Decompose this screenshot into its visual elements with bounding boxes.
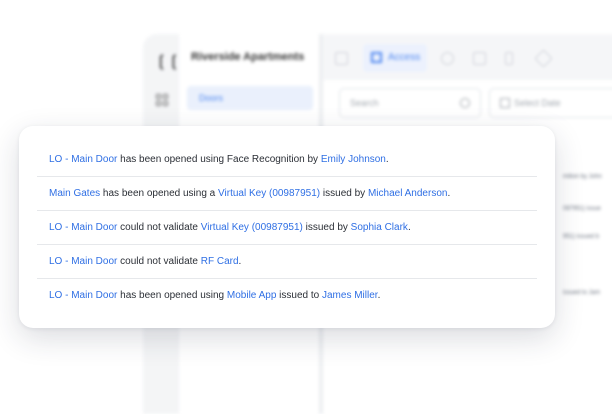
bg-log-fragment: issued to Jam [563,290,601,296]
log-entry: Main Gates has been opened using a Virtu… [37,177,537,211]
bg-log-fragment: 087951) issue [563,206,601,212]
log-entry: LO - Main Door has been opened using Fac… [37,143,537,177]
log-entry-link[interactable]: Emily Johnson [321,154,386,165]
log-entry-text: . [377,290,381,301]
log-entry-text: could not validate [117,222,201,233]
log-entry-link[interactable]: James Miller [322,290,378,301]
tab-access-label: Access [388,52,421,63]
log-entry-text: . [385,154,389,165]
fan-icon[interactable] [441,52,454,65]
log-entry-text: issued by [302,222,351,233]
log-entry-text: issued to [276,290,322,301]
app-logo-icon: ❲❲ [155,53,181,70]
log-entry-link[interactable]: Mobile App [227,290,276,301]
bg-log-fragment: mition by John [563,174,602,180]
log-entry-text: has been opened using a [100,188,219,199]
bg-log-fragment: 951) issued b [563,234,600,240]
tab-access[interactable]: Access [363,44,427,72]
log-entry-text: has been opened using [117,290,227,301]
log-entry-link[interactable]: RF Card [201,256,239,267]
search-input[interactable]: Search [339,88,481,118]
building-icon[interactable] [335,52,348,65]
log-entry-text: could not validate [117,256,201,267]
log-entry-text: issued by [320,188,368,199]
cctv-icon[interactable] [473,52,486,65]
bolt-icon[interactable] [505,52,513,65]
log-entry-link[interactable]: Main Gates [49,188,100,199]
log-entry-text: . [407,222,411,233]
log-entry-link[interactable]: Virtual Key (00987951) [218,188,320,199]
access-log-card: LO - Main Door has been opened using Fac… [19,126,555,328]
top-tab-bar: Access [323,34,612,81]
sidebar-item-label: Doors [199,93,224,103]
log-entry-link[interactable]: LO - Main Door [49,154,117,165]
drop-icon[interactable] [534,49,553,68]
log-entry-link[interactable]: LO - Main Door [49,256,117,267]
access-log-list: LO - Main Door has been opened using Fac… [37,143,537,312]
log-entry-text: . [238,256,242,267]
scan-frame-icon [371,52,382,63]
calendar-icon [500,98,510,108]
sidebar-item-doors[interactable]: Doors [187,86,313,110]
log-entry-link[interactable]: Sophia Clark [351,222,408,233]
log-entry: LO - Main Door has been opened using Mob… [37,279,537,312]
log-entry: LO - Main Door could not validate Virtua… [37,211,537,245]
log-entry-link[interactable]: LO - Main Door [49,290,117,301]
log-entry-text: . [447,188,451,199]
property-title: Riverside Apartments [191,51,305,63]
log-entry-link[interactable]: Virtual Key (00987951) [201,222,303,233]
log-entry-link[interactable]: LO - Main Door [49,222,117,233]
search-icon [460,98,470,108]
search-placeholder: Search [350,98,379,108]
date-picker[interactable]: Select Date [489,88,612,118]
log-entry-text: has been opened using Face Recognition b… [117,154,321,165]
log-entry-link[interactable]: Michael Anderson [368,188,448,199]
date-placeholder: Select Date [514,98,561,108]
dashboard-grid-icon[interactable] [156,94,168,106]
log-entry: LO - Main Door could not validate RF Car… [37,245,537,279]
